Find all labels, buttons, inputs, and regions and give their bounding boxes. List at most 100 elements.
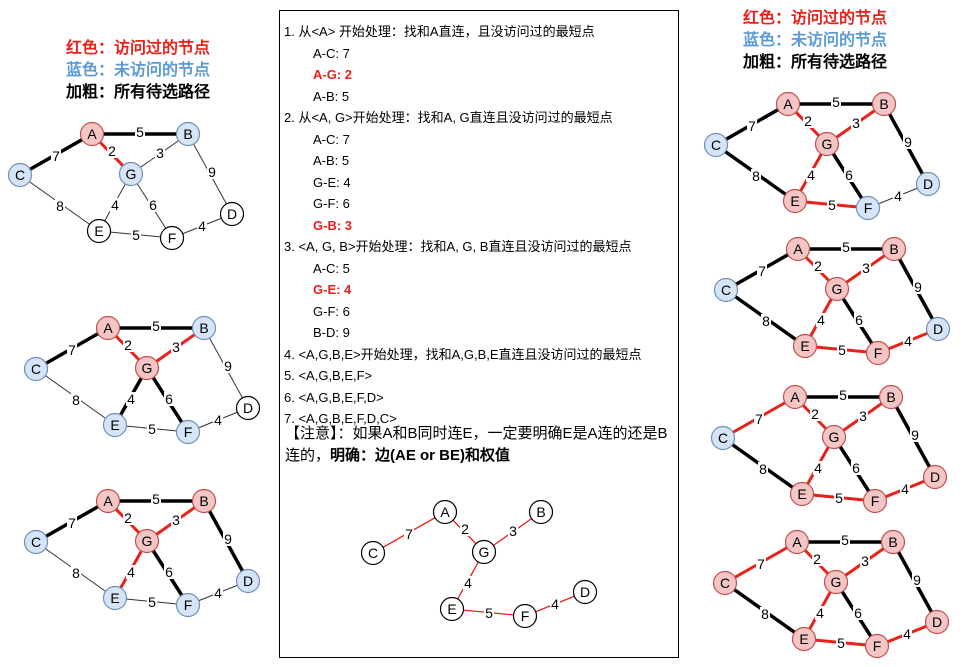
edge-weight-EF: 5 [837,635,845,651]
edge-weight-AC: 7 [68,515,76,531]
edge-weight-GB: 3 [862,260,870,276]
edge-weight-CE: 8 [752,168,760,184]
node-label: F [874,345,883,361]
legend-right: 红色：访问过的节点 蓝色：未访问的节点 加粗：所有待选路径 [743,8,887,74]
edge-weight-AB: 5 [839,387,847,403]
node-C: C [23,356,49,382]
edge-weight-AG: 2 [124,337,132,353]
node-label: E [790,193,799,209]
step-detail: G-F: 6 [313,196,350,211]
edge-weight-BD: 9 [224,358,232,374]
node-label: E [447,601,456,617]
node-G: G [821,424,847,450]
node-D: D [235,395,261,421]
edge-weight-GB: 3 [509,523,517,539]
graph-step-6: 57 2 398 4 654A BCDE FG [710,384,948,514]
legend-bold: 加粗：所有待选路径 [66,84,211,101]
node-label: G [126,166,137,182]
step-detail: A-C: 7 [313,45,350,61]
graph-step-5: 57 2 398 4 654A BCDE FG [713,236,951,366]
note-emphasis: 明确：边(AE or BE)和权值 [330,447,511,464]
node-E: E [792,333,818,359]
graph-step-2: 57 2 398 4 654A BCDE FG [23,315,261,445]
node-D: D [924,609,950,635]
step-heading: 2. 从<A, G>开始处理：找和A, G直连且没访问过的最短点 [284,110,613,125]
edge-weights: 7 2 3454 [404,521,560,621]
node-E: E [782,188,808,214]
node-label: G [142,533,153,549]
node-label: G [831,574,842,590]
node-label: D [243,573,253,589]
node-E: E [102,585,128,611]
edge-weight-GE: 4 [127,391,135,407]
node-label: B [183,126,192,142]
edge-weight-BD: 9 [224,531,232,547]
edge-weight-EF: 5 [828,197,836,213]
edge-weight-AG: 2 [813,551,821,567]
legend-bold: 加粗：所有待选路径 [743,54,888,71]
node-label: D [227,206,237,222]
node-A: A [785,236,811,262]
edge-weight-GB: 3 [172,512,180,528]
edge-weight-GF: 6 [149,197,157,213]
node-label: G [479,544,490,560]
node-label: D [933,321,943,337]
node-C: C [360,540,386,566]
node-C: C [713,277,739,303]
node-C: C [23,529,49,555]
graph-step-1: 57 2 398 4 654A BCDE FG [7,121,245,251]
node-F: F [159,225,185,251]
edge-weight-GF: 6 [855,312,863,328]
node-F: F [175,592,201,618]
edge-weight-CE: 8 [72,392,80,408]
edge-weight-AB: 5 [152,318,160,334]
edge-weight-AC: 7 [755,411,763,427]
graph-step-4: 57 2 398 4 654A BCDE FG [703,91,941,221]
node-B: B [191,315,217,341]
node-A: A [79,121,105,147]
edge-weight-EF: 5 [148,421,156,437]
step-detail: A-C: 5 [313,260,350,276]
edge-weight-BD: 9 [208,164,216,180]
edge-weight-GB: 3 [852,115,860,131]
edge-weight-FD: 4 [214,412,222,428]
node-D: D [925,316,951,342]
nodes: A B C D E F G [712,529,950,659]
edge-weight-CE: 8 [762,313,770,329]
edge-weight-AG: 2 [108,143,116,159]
node-label: E [800,338,809,354]
step-heading: 1. 从<A> 开始处理：找和A直连，且没访问过的最短点 [284,24,595,39]
edge-weight-FD: 4 [894,188,902,204]
legend-unvisited: 蓝色：未访问的节点 [66,62,211,79]
step-detail: A-G: 2 [313,67,352,82]
node-label: F [168,230,177,246]
edge-weight-AG: 2 [461,521,469,537]
step-detail: B-D: 9 [313,325,350,340]
node-label: F [184,597,193,613]
node-label: G [832,281,843,297]
edge-weight-GB: 3 [172,339,180,355]
node-G: G [823,569,849,595]
node-B: B [880,529,906,555]
node-label: E [110,417,119,433]
node-E: E [791,626,817,652]
edge-weight-BD: 9 [904,134,912,150]
node-label: A [103,493,113,509]
edge-weight-GE: 4 [111,197,119,213]
nodes: A B C D E F G [713,236,951,366]
graph-step-3: 57 2 398 4 654A BCDE FG [23,488,261,618]
legend-left: 红色：访问过的节点 蓝色：未访问的节点 加粗：所有待选路径 [66,38,210,104]
node-B: B [175,121,201,147]
node-F: F [175,419,201,445]
node-D: D [219,201,245,227]
step-detail: G-E: 4 [313,282,352,297]
edge-weight-BD: 9 [911,427,919,443]
node-label: D [930,469,940,485]
step-detail: G-F: 6 [313,303,350,319]
node-A: A [782,384,808,410]
edge-weight-GE: 4 [127,564,135,580]
nodes: A B C D E F G [710,384,948,514]
node-label: C [15,167,25,183]
node-label: C [711,137,721,153]
edge-weight-GF: 6 [852,460,860,476]
